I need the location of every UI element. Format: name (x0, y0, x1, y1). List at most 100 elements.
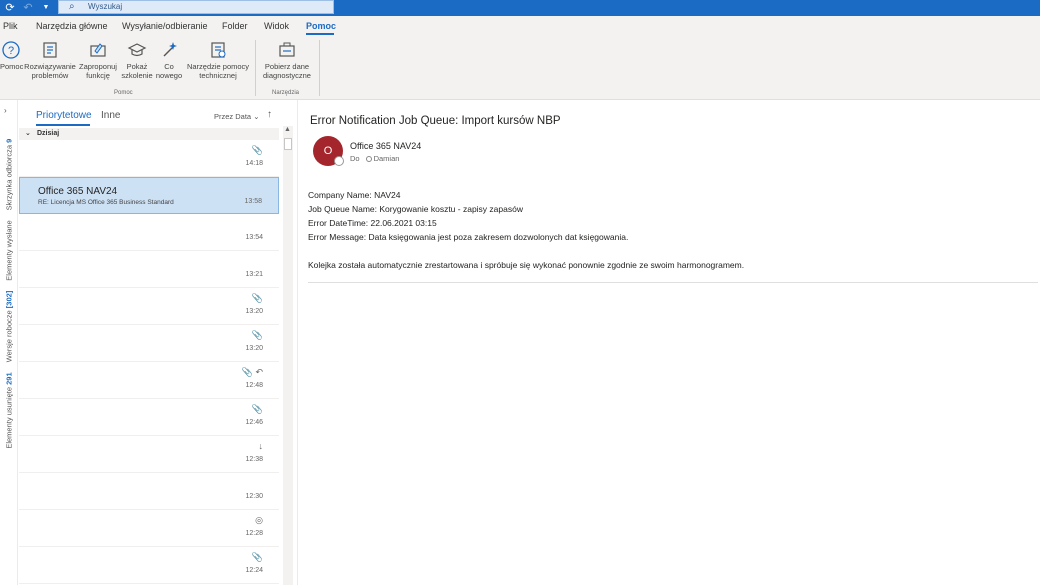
list-item-status-icons: 📎 ↶ (241, 367, 263, 377)
list-item-status-icons: ◎ (255, 515, 263, 525)
show-training-label-1: Pokaż (126, 62, 148, 71)
tab-other[interactable]: Inne (101, 110, 120, 121)
folder-deleted-label: Elementy usunięte (4, 386, 14, 449)
tab-focused[interactable]: Priorytetowe (36, 110, 92, 121)
list-item-time: 13:58 (244, 198, 262, 205)
troubleshoot-icon (43, 42, 57, 58)
list-item[interactable]: 12:30 (19, 473, 279, 510)
suggest-feature-button[interactable]: Zaproponuj funkcję (77, 40, 119, 80)
reading-pane: Error Notification Job Queue: Import kur… (297, 100, 1040, 585)
suggest-feature-label-1: Zaproponuj (79, 62, 117, 71)
list-item-time: 12:28 (245, 530, 263, 537)
list-item[interactable]: 📎 13:20 (19, 288, 279, 325)
diagnostics-icon (279, 42, 295, 57)
support-tool-button[interactable]: Narzędzie pomocy technicznej (184, 40, 252, 80)
list-item[interactable]: 📎 14:18 (19, 140, 279, 177)
list-item[interactable]: 📎 13:20 (19, 325, 279, 362)
list-item-time: 12:48 (245, 382, 263, 389)
group-header-today[interactable]: ⌄ Dzisiaj (19, 128, 279, 140)
folder-deleted[interactable]: Elementy usunięte 291 (5, 372, 14, 448)
body-line-restart-notice: Kolejka została automatycznie zrestartow… (308, 260, 745, 270)
list-item-time: 14:18 (245, 160, 263, 167)
tab-folder[interactable]: Folder (222, 20, 248, 32)
tab-widok[interactable]: Widok (264, 20, 289, 32)
graduation-cap-icon (127, 43, 147, 57)
folder-sent[interactable]: Elementy wysłane (5, 220, 14, 280)
presence-icon (334, 156, 344, 166)
whats-new-button[interactable]: Co nowego (155, 40, 183, 80)
list-item-time: 13:21 (245, 271, 263, 278)
title-bar: ⟳ ↶ ▼ ⌕ Wyszukaj (0, 0, 1040, 16)
avatar-initial: O (323, 145, 333, 157)
folder-sent-label: Elementy wysłane (4, 220, 14, 281)
search-icon: ⌕ (69, 1, 75, 12)
troubleshoot-button[interactable]: Rozwiązywanie problemów (24, 40, 76, 80)
suggest-feature-icon (90, 43, 106, 57)
show-training-button[interactable]: Pokaż szkolenie (120, 40, 154, 80)
list-item[interactable]: Office 365 NAV24 RE: Licencja MS Office 3… (19, 177, 279, 214)
recipient-presence-icon (365, 156, 372, 163)
folder-inbox[interactable]: Skrzynka odbiorcza 9 (5, 139, 14, 211)
list-item[interactable]: 📎 ↶ 12:48 (19, 362, 279, 399)
list-item[interactable]: 📎 12:24 (19, 547, 279, 584)
tools-group-label: Narzędzia (272, 90, 300, 96)
scrollbar-thumb[interactable] (284, 138, 292, 150)
list-item-status-icons: 📎 (251, 552, 263, 562)
ribbon: ? Pomoc Rozwiązywanie problemów Zapropon… (0, 36, 1040, 100)
recipient-line: Do Damian (350, 154, 399, 163)
tab-narzedzia-glowne[interactable]: Narzędzia główne (36, 20, 108, 32)
list-item-status-icons: 📎 (251, 145, 263, 155)
list-item[interactable]: ◎ 12:28 (19, 510, 279, 547)
list-item-status-icons: 📎 (251, 330, 263, 340)
scroll-up-icon[interactable]: ▲ (284, 126, 291, 133)
folder-drafts[interactable]: Wersje robocze [302] (5, 291, 14, 363)
list-scrollbar[interactable]: ▲ (283, 126, 293, 585)
tab-wysylanie-odbieranie[interactable]: Wysyłanie/odbieranie (122, 20, 207, 32)
active-tab-indicator (306, 33, 334, 35)
list-item-time: 13:54 (245, 234, 263, 241)
to-label: Do (350, 154, 360, 163)
help-group-label: Pomoc (114, 90, 133, 96)
get-diagnostics-button[interactable]: Pobierz dane diagnostyczne (259, 40, 315, 80)
undo-icon[interactable]: ↶ (20, 0, 36, 16)
troubleshoot-label-1: Rozwiązywanie (24, 62, 76, 71)
sender-name[interactable]: Office 365 NAV24 (350, 141, 421, 151)
sort-label: Przez Data (214, 112, 252, 121)
list-item-time: 13:20 (245, 308, 263, 315)
support-tool-label-2: technicznej (199, 71, 237, 80)
collapse-chevron-icon: ⌄ (25, 130, 31, 137)
tab-pomoc[interactable]: Pomoc (306, 20, 336, 32)
ribbon-group-separator-end (319, 40, 320, 96)
qat-dropdown-icon[interactable]: ▼ (38, 0, 54, 16)
chevron-down-icon: ⌄ (253, 112, 260, 121)
list-item[interactable]: 13:54 (19, 214, 279, 251)
tab-plik[interactable]: Plik (3, 20, 18, 32)
list-item[interactable]: ↓ 12:38 (19, 436, 279, 473)
list-item-status-icons: ↓ (258, 441, 264, 451)
recipient-name[interactable]: Damian (374, 154, 400, 163)
list-item[interactable]: 📎 12:46 (19, 399, 279, 436)
message-list: Priorytetowe Inne Przez Data ⌄ ↑ ⌄ Dzisia… (19, 100, 279, 585)
list-item-status-icons: 📎 (251, 404, 263, 414)
sort-dropdown[interactable]: Przez Data ⌄ (214, 112, 260, 121)
support-tool-icon (211, 42, 226, 58)
sort-direction-icon[interactable]: ↑ (267, 109, 272, 120)
search-box[interactable]: ⌕ Wyszukaj (58, 0, 334, 14)
menu-bar: Plik Narzędzia główne Wysyłanie/odbieran… (0, 16, 1040, 36)
support-tool-label-1: Narzędzie pomocy (186, 62, 250, 71)
list-item-subject: RE: Licencja MS Office 365 Business Stan… (38, 199, 174, 206)
folder-inbox-label: Skrzynka odbiorcza (4, 144, 14, 211)
help-button[interactable]: ? Pomoc (0, 40, 23, 71)
expand-chevron-icon[interactable]: › (4, 106, 7, 115)
body-line-error-message: Error Message: Data księgowania jest poz… (308, 232, 629, 242)
focused-tab-indicator (36, 124, 90, 126)
get-diagnostics-label-2: diagnostyczne (263, 71, 311, 80)
search-input[interactable]: Wyszukaj (88, 1, 122, 13)
show-training-label-2: szkolenie (121, 71, 153, 80)
list-item-time: 12:38 (245, 456, 263, 463)
list-item[interactable]: 13:21 (19, 251, 279, 288)
sync-icon[interactable]: ⟳ (2, 0, 18, 16)
folder-drafts-count: [302] (4, 290, 14, 309)
list-item-sender: Office 365 NAV24 (38, 186, 118, 197)
folder-inbox-count: 9 (4, 138, 14, 143)
